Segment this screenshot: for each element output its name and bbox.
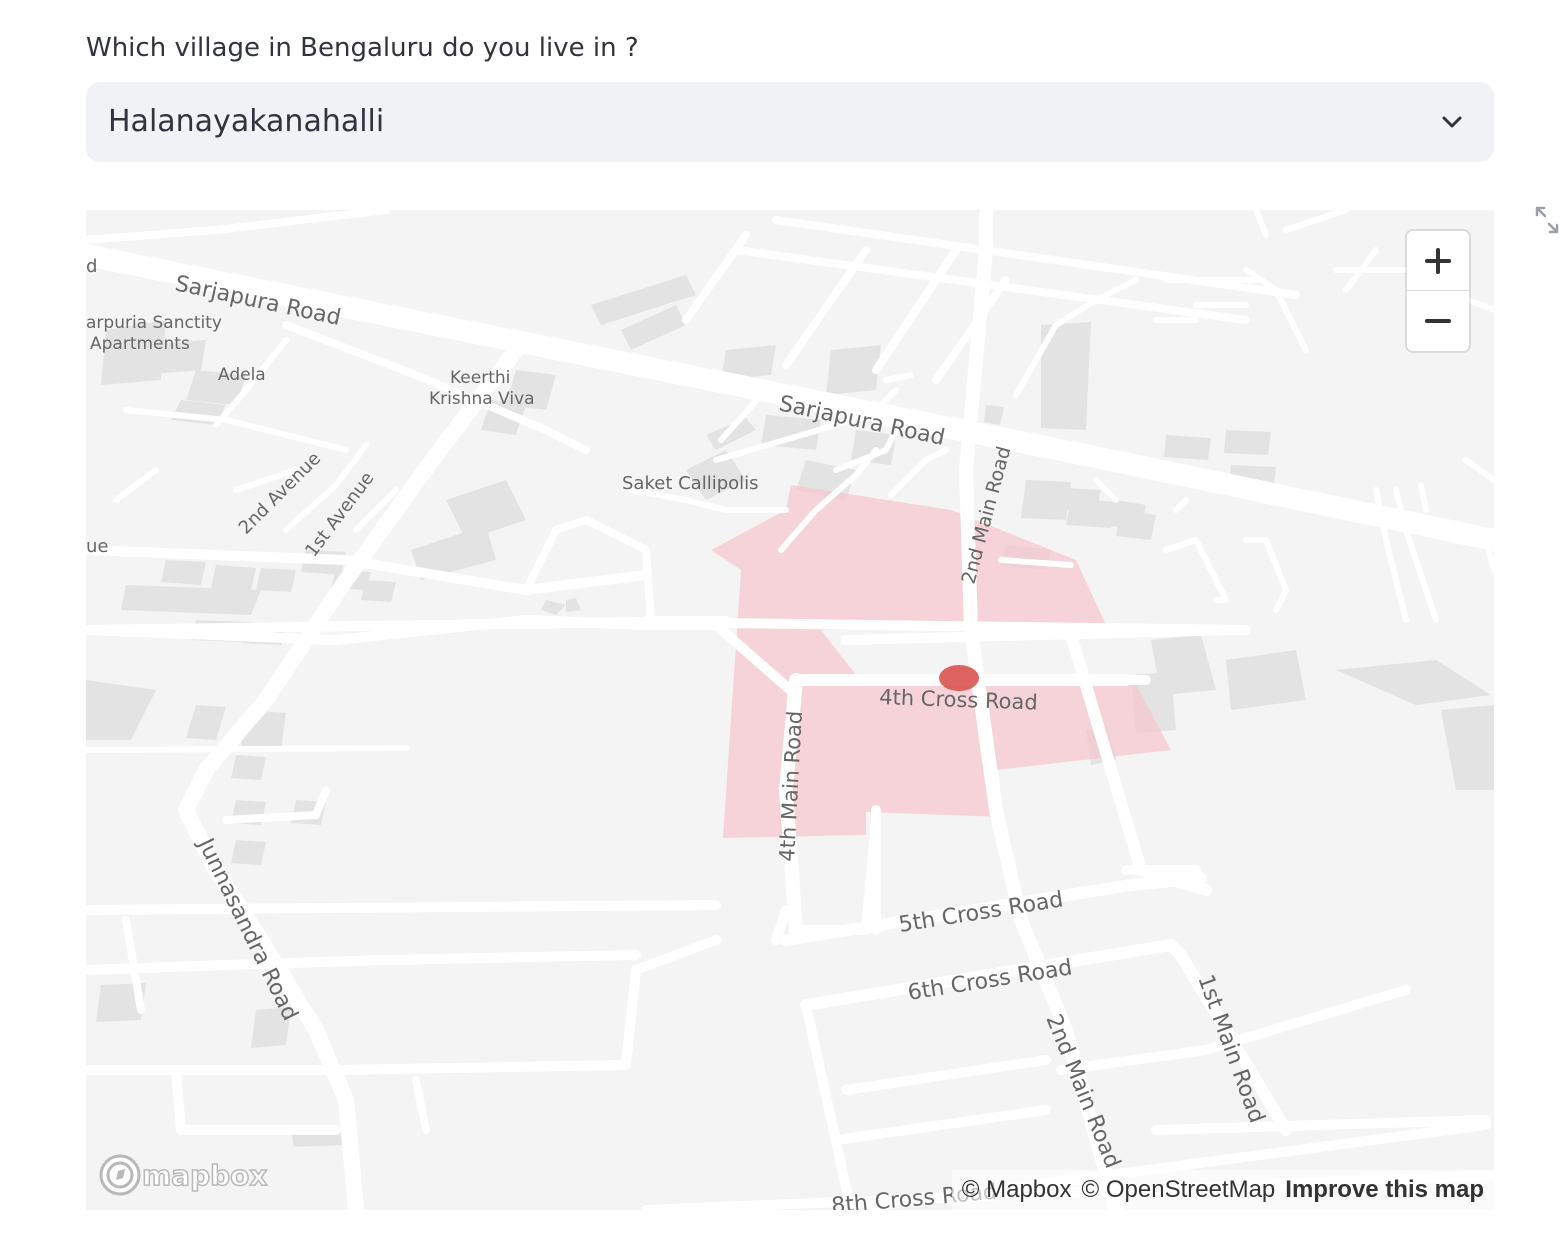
osm-attribution-link[interactable]: © OpenStreetMap [1082,1176,1276,1204]
zoom-control [1407,231,1469,351]
label-sanctity-2: Apartments [90,334,190,354]
label-2nd-avenue: 2nd Avenue [235,448,325,538]
chevron-down-icon [1442,116,1462,128]
label-2nd-main-bottom: 2nd Main Road [1040,1011,1124,1172]
label-5th-cross: 5th Cross Road [897,887,1065,938]
label-saket: Saket Callipolis [622,473,759,494]
plus-icon [1425,247,1451,274]
minus-icon [1425,318,1451,323]
zoom-out-button[interactable] [1407,291,1469,350]
label-sanctity-1: arpuria Sanctity [86,313,222,333]
label-d: d [86,256,97,277]
map-canvas[interactable]: Sarjapura Road Sarjapura Road arpuria Sa… [86,210,1494,1210]
mapbox-logo-text: mapbox [142,1159,267,1192]
map-attribution: © Mapbox © OpenStreetMap Improve this ma… [951,1170,1494,1210]
village-select-value: Halanayakanahalli [108,104,385,139]
zoom-in-button[interactable] [1407,231,1469,291]
label-keerthi-1: Keerthi [450,368,510,388]
map-view[interactable]: Sarjapura Road Sarjapura Road arpuria Sa… [86,210,1494,1210]
mapbox-logo[interactable]: mapbox [98,1152,273,1198]
label-adela: Adela [218,365,266,385]
improve-map-link[interactable]: Improve this map [1285,1176,1484,1204]
label-ue: ue [86,536,108,557]
mapbox-attribution-link[interactable]: © Mapbox [962,1176,1072,1204]
fullscreen-icon[interactable] [1534,205,1560,235]
road-network [86,210,1494,1210]
village-select[interactable]: Halanayakanahalli [86,82,1494,162]
label-keerthi-2: Krishna Viva [429,389,535,409]
select-label: Which village in Bengaluru do you live i… [86,33,639,63]
